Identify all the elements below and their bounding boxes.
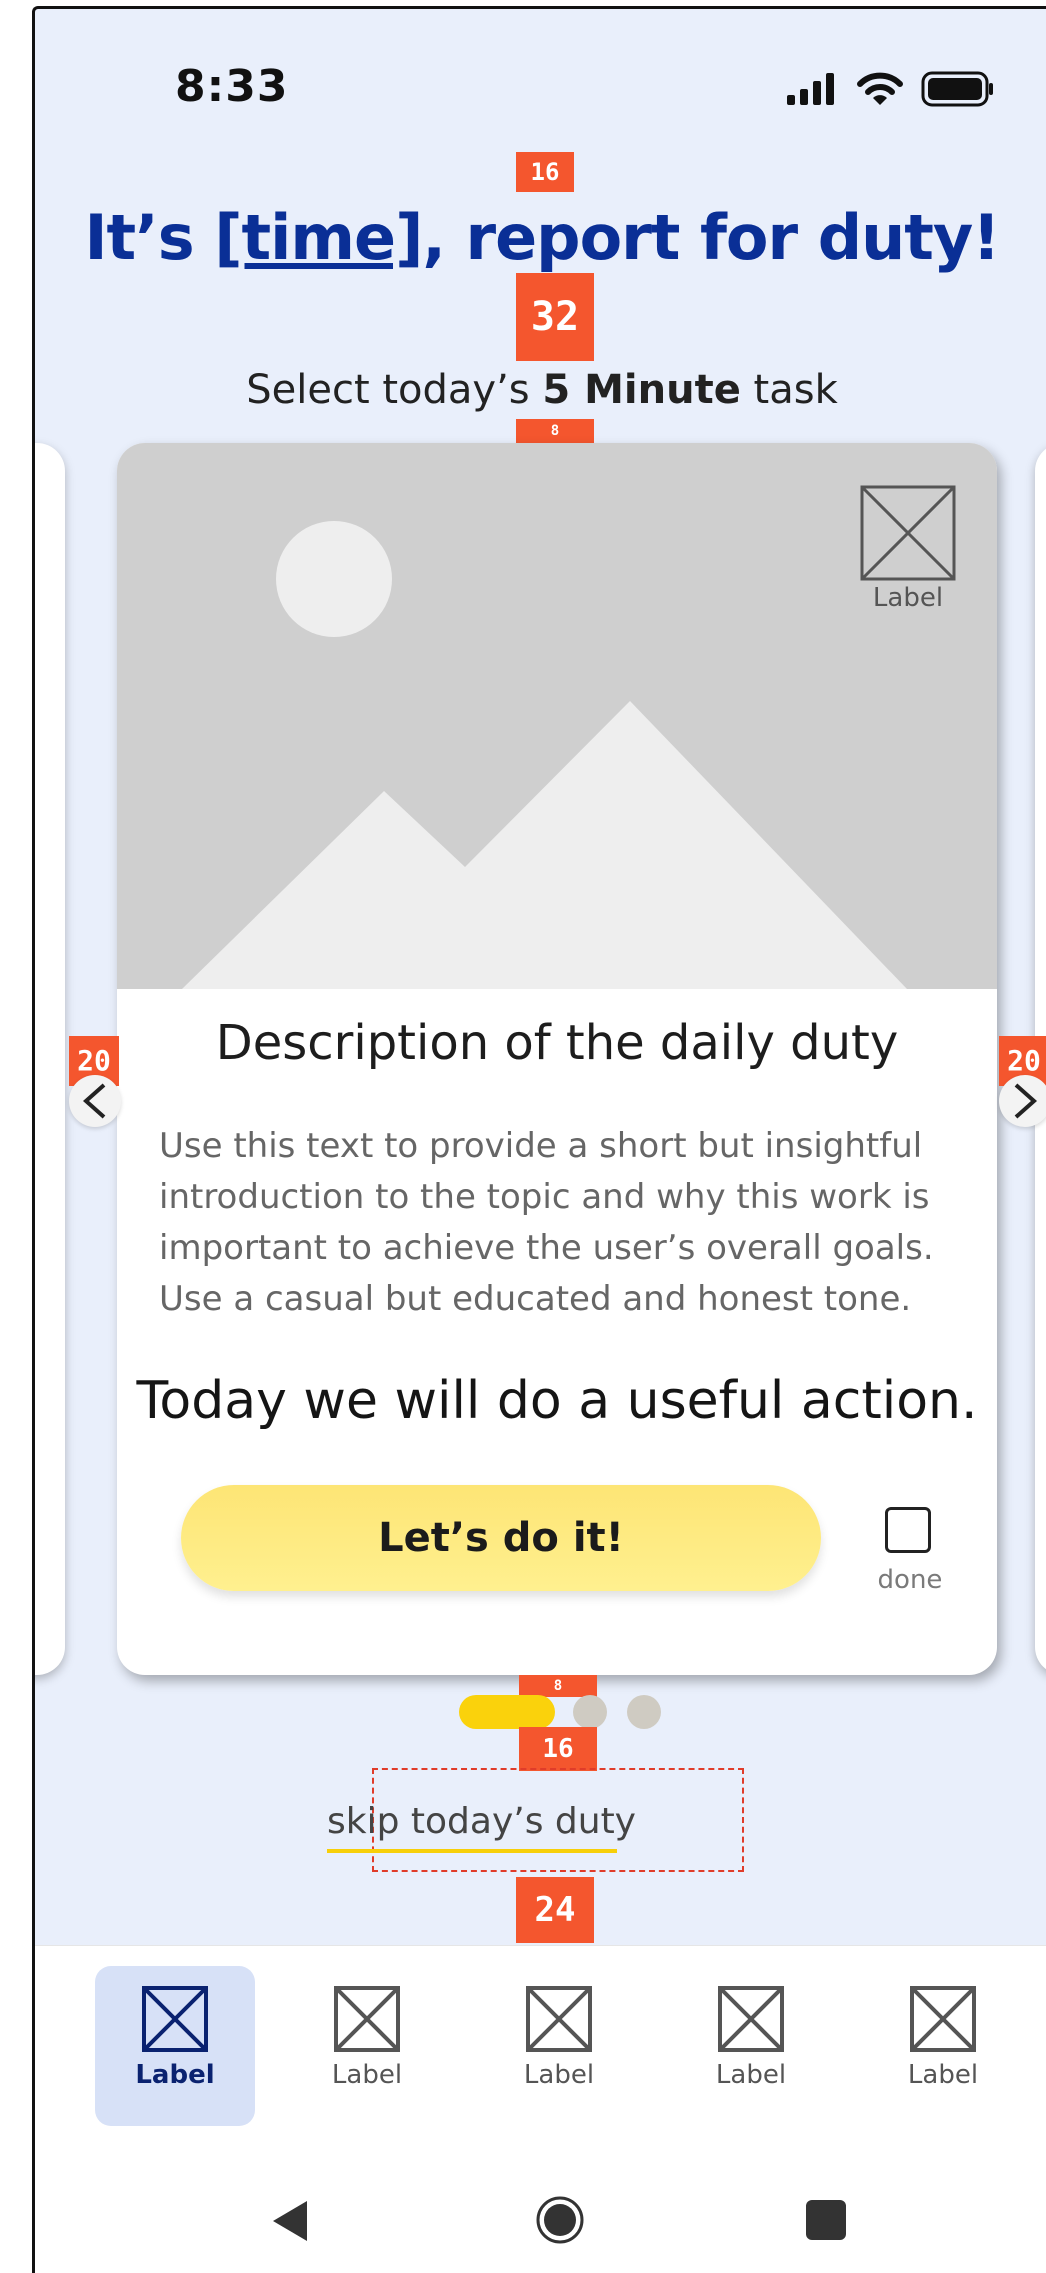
tab-3[interactable]: Label — [479, 1966, 639, 2126]
tab-placeholder-icon — [718, 1986, 784, 2052]
tab-2[interactable]: Label — [287, 1966, 447, 2126]
chevron-left-icon — [82, 1083, 106, 1119]
card-title: Description of the daily duty — [215, 1015, 899, 1071]
tab-1[interactable]: Label — [95, 1966, 255, 2126]
wifi-icon — [857, 72, 903, 105]
signal-icon — [787, 73, 834, 105]
page-title: It’s [time], report for duty! — [35, 201, 1046, 274]
tab-placeholder-icon — [142, 1986, 208, 2052]
tab-label: Label — [907, 2060, 979, 2090]
home-icon[interactable] — [535, 2195, 585, 2245]
chevron-right-icon — [1014, 1083, 1038, 1119]
previous-card[interactable] — [35, 443, 65, 1675]
carousel-prev-button[interactable] — [69, 1075, 121, 1127]
spacing-annotation: 16 — [519, 1727, 597, 1771]
spacing-annotation: 32 — [516, 273, 594, 361]
page-subtitle: Select today’s 5 Minute task — [35, 367, 1046, 413]
card-description: Use this text to provide a short but ins… — [159, 1126, 934, 1319]
tab-placeholder-icon — [334, 1986, 400, 2052]
carousel-next-button[interactable] — [999, 1075, 1046, 1127]
title-suffix: , report for duty! — [422, 201, 1000, 274]
bottom-tab-bar: Label Label Label Label Label — [35, 1945, 1046, 2156]
duty-card: Label Description of the daily duty Use … — [117, 443, 997, 1675]
pager-dot[interactable] — [573, 1695, 607, 1729]
tab-label: Label — [715, 2060, 787, 2090]
tab-label: Label — [523, 2060, 595, 2090]
battery-icon — [921, 71, 993, 107]
pager-dot[interactable] — [627, 1695, 661, 1729]
title-prefix: It’s — [84, 201, 215, 274]
badge-label: Label — [872, 583, 944, 613]
badge-icon — [860, 485, 956, 581]
lets-do-it-button[interactable]: Let’s do it! — [181, 1485, 821, 1591]
spacing-annotation: 8 — [516, 419, 594, 443]
spacing-annotation: 24 — [516, 1877, 594, 1943]
title-time: [time] — [214, 201, 423, 274]
card-action-text: Today we will do a useful action. — [136, 1371, 978, 1431]
spacing-annotation: 16 — [516, 152, 574, 192]
subtitle-prefix: Select today’s — [246, 367, 543, 413]
tab-label: Label — [331, 2060, 403, 2090]
back-icon[interactable] — [271, 2199, 311, 2243]
tab-4[interactable]: Label — [671, 1966, 831, 2126]
pager-dot-active[interactable] — [459, 1695, 555, 1729]
status-time: 8:33 — [175, 61, 289, 112]
tab-placeholder-icon — [910, 1986, 976, 2052]
skip-link-underline — [327, 1849, 617, 1853]
subtitle-duration: 5 Minute — [542, 367, 741, 413]
card-image-placeholder: Label — [117, 443, 997, 989]
tab-5[interactable]: Label — [863, 1966, 1023, 2126]
status-icons — [787, 69, 1037, 109]
subtitle-suffix: task — [740, 367, 838, 413]
tab-label: Label — [135, 2060, 215, 2090]
done-checkbox[interactable] — [885, 1507, 931, 1553]
app-screen: 8:33 16 32 8 It’s [time], report for dut… — [32, 6, 1046, 2273]
skip-duty-link[interactable]: skip today’s duty — [327, 1801, 636, 1842]
spacing-annotation: 8 — [519, 1675, 597, 1697]
system-nav-bar — [35, 2155, 1046, 2273]
tab-placeholder-icon — [526, 1986, 592, 2052]
done-label: done — [877, 1565, 943, 1595]
recents-icon[interactable] — [805, 2199, 847, 2241]
